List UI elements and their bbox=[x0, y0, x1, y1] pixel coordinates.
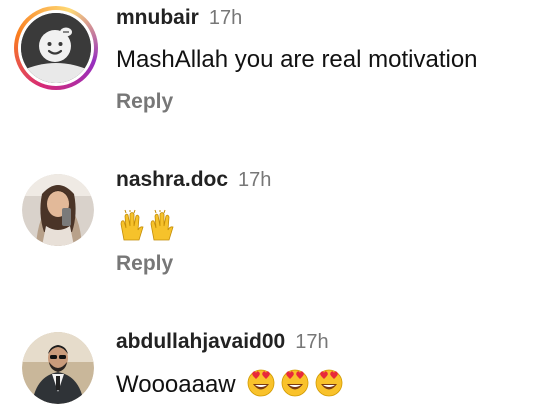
comment-item: mnubair 17h MashAllah you are real motiva… bbox=[0, 0, 541, 130]
profile-photo-icon bbox=[22, 332, 94, 404]
username-text[interactable]: mnubair bbox=[116, 6, 199, 29]
comment-item: abdullahjavaid00 17h Woooaaaw bbox=[0, 320, 541, 411]
profile-photo-icon bbox=[22, 174, 94, 246]
heart-eyes-emoji-icon bbox=[247, 369, 343, 397]
comment-text: Woooaaaw bbox=[116, 368, 346, 399]
username-text[interactable]: nashra.doc bbox=[116, 168, 228, 191]
comment-timestamp: 17h bbox=[295, 331, 329, 353]
reply-button[interactable]: Reply bbox=[116, 252, 173, 276]
username-text[interactable]: abdullahjavaid00 bbox=[116, 330, 285, 353]
default-avatar-icon bbox=[21, 13, 91, 83]
raising-hands-emoji-icon bbox=[120, 209, 174, 241]
comment-emoji bbox=[116, 206, 186, 247]
comment-username[interactable]: abdullahjavaid00 17h bbox=[116, 330, 329, 354]
avatar[interactable] bbox=[22, 332, 94, 404]
reply-button[interactable]: Reply bbox=[116, 90, 173, 114]
comment-username[interactable]: nashra.doc 17h bbox=[116, 168, 271, 192]
comment-item: nashra.doc 17h Reply bbox=[0, 160, 541, 290]
comment-text-content: Woooaaaw bbox=[116, 371, 236, 398]
comment-timestamp: 17h bbox=[238, 169, 272, 191]
comment-timestamp: 17h bbox=[208, 7, 243, 29]
comment-username[interactable]: mnubair 17h bbox=[116, 6, 242, 30]
comment-text: MashAllah you are real motivation bbox=[116, 46, 478, 73]
avatar[interactable] bbox=[22, 174, 94, 246]
avatar-story-ring[interactable] bbox=[14, 6, 98, 90]
